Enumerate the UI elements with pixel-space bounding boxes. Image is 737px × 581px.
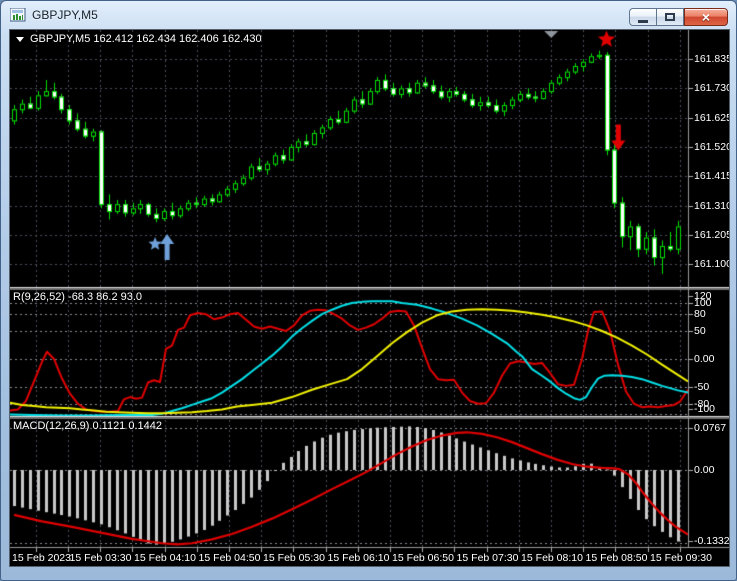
oscillator-tick-label: 100 <box>694 296 712 309</box>
oscillator-tick-label: -100 <box>694 403 716 415</box>
titlebar[interactable]: GBPJPY,M5 × <box>1 1 736 29</box>
time-axis-label: 15 Feb 06:10 <box>327 552 390 564</box>
oscillator-tick-label: -50 <box>694 380 710 393</box>
close-button[interactable]: × <box>684 8 728 26</box>
symbol-ohlc-text: GBPJPY,M5 162.412 162.434 162.406 162.43… <box>30 33 262 45</box>
price-tick-label: 161.415 <box>694 170 730 183</box>
window-title: GBPJPY,M5 <box>32 8 98 22</box>
time-axis-label: 15 Feb 06:50 <box>392 552 454 564</box>
macd-tick-label: 0.0767 <box>694 422 727 435</box>
oscillator-label: R(9,26,52) -68.3 86.2 93.0 <box>13 291 143 303</box>
time-axis-label: 15 Feb 04:50 <box>198 552 261 564</box>
price-tick-label: 161.625 <box>694 111 730 124</box>
maximize-icon <box>665 13 675 21</box>
price-tick-label: 161.520 <box>694 140 730 153</box>
time-axis-label: 15 Feb 08:10 <box>521 552 583 564</box>
close-icon: × <box>701 9 711 25</box>
time-axis-label: 15 Feb 07:30 <box>456 552 519 564</box>
price-tick-label: 161.100 <box>694 258 730 271</box>
macd-tick-label: 0.00 <box>694 463 715 476</box>
chevron-down-icon[interactable] <box>16 36 24 42</box>
chart-symbol-label: GBPJPY,M5 162.412 162.434 162.406 162.43… <box>16 33 262 45</box>
price-tick-label: 161.310 <box>694 199 730 212</box>
chart-window-icon <box>9 7 26 22</box>
time-axis-label: 15 Feb 05:30 <box>263 552 325 564</box>
oscillator-tick-label: 0.00 <box>694 352 715 365</box>
chart-client-area: GBPJPY,M5 162.412 162.434 162.406 162.43… <box>9 29 730 567</box>
price-tick-label: 161.205 <box>694 228 730 241</box>
maximize-button[interactable] <box>657 8 684 26</box>
price-tick-label: 161.730 <box>694 82 730 95</box>
price-tick-label: 161.835 <box>694 53 730 66</box>
macd-tick-label: -0.1332 <box>694 535 730 547</box>
time-axis-label: 15 Feb 04:10 <box>134 552 196 564</box>
app-window: GBPJPY,M5 × GBPJPY,M5 162.412 162.434 16… <box>0 0 737 581</box>
time-axis-label: 15 Feb 03:30 <box>69 552 132 564</box>
time-axis-label: 15 Feb 2023 <box>12 552 71 564</box>
minimize-icon <box>638 19 648 23</box>
macd-label: MACD(12,26,9) 0.1121 0.1442 <box>13 420 162 432</box>
oscillator-tick-label: 80 <box>694 308 706 321</box>
minimize-button[interactable] <box>629 8 657 26</box>
time-axis-label: 15 Feb 09:30 <box>650 552 712 564</box>
oscillator-tick-label: 50 <box>694 324 706 337</box>
time-axis-label: 15 Feb 08:50 <box>585 552 648 564</box>
